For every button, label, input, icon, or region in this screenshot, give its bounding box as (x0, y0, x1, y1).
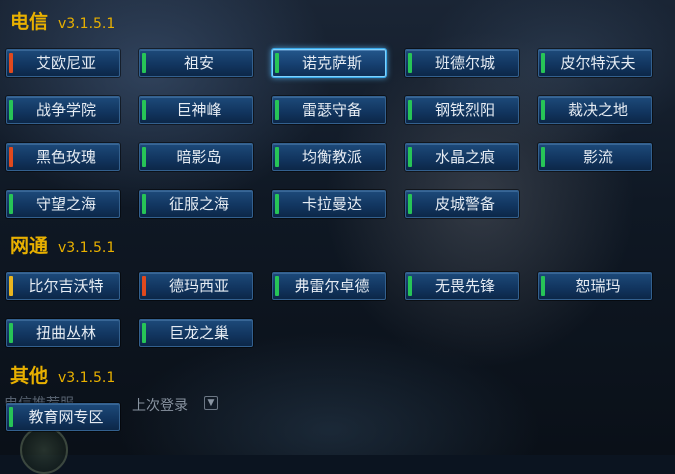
server-name: 战争学院 (35, 101, 96, 119)
server-name: 守望之海 (35, 195, 96, 213)
server-name: 水晶之痕 (434, 148, 495, 166)
status-indicator-icon (275, 53, 279, 73)
status-indicator-icon (275, 100, 279, 120)
server-name: 弗雷尔卓德 (294, 277, 370, 295)
status-indicator-icon (142, 100, 146, 120)
server-name: 征服之海 (168, 195, 229, 213)
status-indicator-icon (275, 276, 279, 296)
server-name: 教育网专区 (28, 408, 104, 426)
server-button[interactable]: 巨龙之巢 (139, 319, 253, 347)
server-name: 裁决之地 (567, 101, 628, 119)
server-button[interactable]: 德玛西亚 (139, 272, 253, 300)
server-name: 比尔吉沃特 (28, 277, 104, 295)
section-name: 网通 (10, 235, 49, 257)
server-name: 钢铁烈阳 (434, 101, 495, 119)
server-name: 雷瑟守备 (301, 101, 362, 119)
server-name: 皮尔特沃夫 (560, 54, 636, 72)
server-button[interactable]: 扭曲丛林 (6, 319, 120, 347)
status-indicator-icon (142, 53, 146, 73)
status-indicator-icon (275, 147, 279, 167)
server-name: 巨神峰 (176, 101, 222, 119)
status-indicator-icon (9, 53, 13, 73)
server-button[interactable]: 弗雷尔卓德 (272, 272, 386, 300)
server-name: 恕瑞玛 (575, 277, 621, 295)
section-title-telecom: 电信 v3.1.5.1 (10, 9, 115, 35)
server-button[interactable]: 守望之海 (6, 190, 120, 218)
server-button[interactable]: 黑色玫瑰 (6, 143, 120, 171)
server-name: 暗影岛 (176, 148, 222, 166)
server-button[interactable]: 皮尔特沃夫 (538, 49, 652, 77)
server-button[interactable]: 征服之海 (139, 190, 253, 218)
server-button[interactable]: 艾欧尼亚 (6, 49, 120, 77)
server-button[interactable]: 皮城警备 (405, 190, 519, 218)
status-indicator-icon (541, 276, 545, 296)
status-indicator-icon (142, 194, 146, 214)
server-button[interactable]: 裁决之地 (538, 96, 652, 124)
server-name: 德玛西亚 (168, 277, 229, 295)
section-title-other: 其他 v3.1.5.1 (10, 363, 115, 389)
status-indicator-icon (541, 147, 545, 167)
server-button[interactable]: 无畏先锋 (405, 272, 519, 300)
status-indicator-icon (9, 276, 13, 296)
server-button[interactable]: 均衡教派 (272, 143, 386, 171)
server-name: 影流 (582, 148, 613, 166)
status-indicator-icon (275, 194, 279, 214)
section-version: v3.1.5.1 (58, 240, 116, 256)
status-indicator-icon (9, 407, 13, 427)
server-button[interactable]: 影流 (538, 143, 652, 171)
server-button[interactable]: 比尔吉沃特 (6, 272, 120, 300)
server-name: 黑色玫瑰 (35, 148, 96, 166)
section-name: 其他 (10, 365, 49, 387)
server-name: 诺克萨斯 (301, 54, 362, 72)
status-indicator-icon (142, 323, 146, 343)
server-button[interactable]: 恕瑞玛 (538, 272, 652, 300)
section-name: 电信 (10, 11, 49, 33)
status-indicator-icon (9, 323, 13, 343)
emblem-icon (20, 426, 68, 474)
server-button[interactable]: 祖安 (139, 49, 253, 77)
status-indicator-icon (9, 147, 13, 167)
status-indicator-icon (408, 53, 412, 73)
server-button[interactable]: 钢铁烈阳 (405, 96, 519, 124)
status-indicator-icon (142, 147, 146, 167)
last-login-label: 上次登录 (132, 398, 188, 414)
server-name: 祖安 (183, 54, 214, 72)
status-indicator-icon (9, 194, 13, 214)
server-button[interactable]: 诺克萨斯 (272, 49, 386, 77)
server-button[interactable]: 班德尔城 (405, 49, 519, 77)
server-name: 皮城警备 (434, 195, 495, 213)
server-button[interactable]: 暗影岛 (139, 143, 253, 171)
server-button[interactable]: 水晶之痕 (405, 143, 519, 171)
server-button[interactable]: 教育网专区 (6, 403, 120, 431)
status-indicator-icon (541, 100, 545, 120)
status-indicator-icon (408, 100, 412, 120)
status-indicator-icon (408, 194, 412, 214)
server-name: 扭曲丛林 (35, 324, 96, 342)
section-version: v3.1.5.1 (58, 16, 116, 32)
server-name: 班德尔城 (434, 54, 495, 72)
dropdown-arrow-icon[interactable]: ▼ (204, 396, 218, 410)
server-button[interactable]: 巨神峰 (139, 96, 253, 124)
status-indicator-icon (142, 276, 146, 296)
status-indicator-icon (408, 276, 412, 296)
server-button[interactable]: 战争学院 (6, 96, 120, 124)
status-indicator-icon (9, 100, 13, 120)
status-indicator-icon (408, 147, 412, 167)
server-name: 卡拉曼达 (301, 195, 362, 213)
server-name: 艾欧尼亚 (35, 54, 96, 72)
section-version: v3.1.5.1 (58, 370, 116, 386)
server-name: 巨龙之巢 (168, 324, 229, 342)
server-name: 无畏先锋 (434, 277, 495, 295)
server-name: 均衡教派 (301, 148, 362, 166)
server-button[interactable]: 卡拉曼达 (272, 190, 386, 218)
status-indicator-icon (541, 53, 545, 73)
section-title-netcom: 网通 v3.1.5.1 (10, 233, 115, 259)
server-button[interactable]: 雷瑟守备 (272, 96, 386, 124)
